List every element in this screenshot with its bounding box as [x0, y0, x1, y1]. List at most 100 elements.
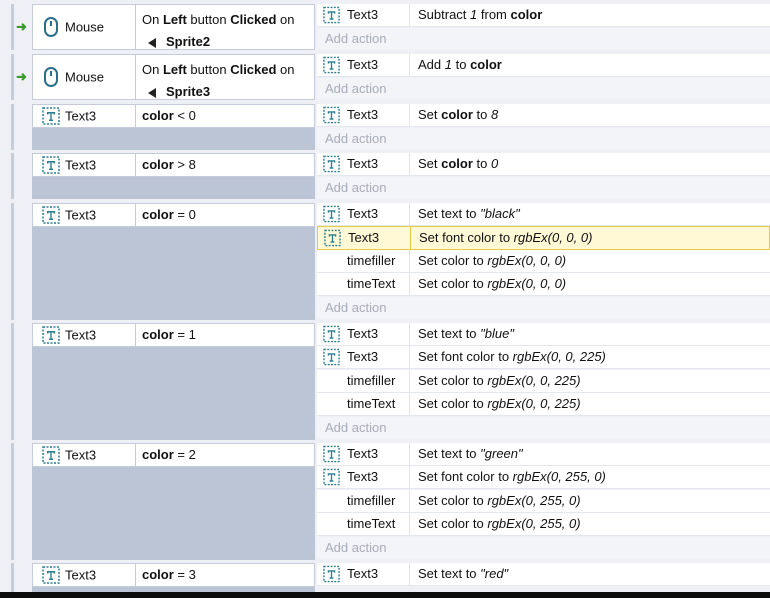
action-row[interactable]: Text3 Set text to "red"	[317, 563, 770, 586]
action-row[interactable]: Text3 Set font color to rgbEx(0, 0, 225)	[317, 346, 770, 369]
text-object-icon	[323, 155, 340, 173]
action-text: Set color to rgbEx(0, 0, 0)	[418, 276, 567, 291]
text-object-icon	[42, 326, 60, 344]
condition-object: Mouse	[33, 55, 136, 99]
condition-object: Text3	[33, 564, 136, 586]
sprite-icon	[148, 87, 156, 98]
condition-text: On Left button Clicked on Sprite3	[142, 62, 295, 99]
mouse-icon	[44, 17, 58, 37]
text-object-icon	[42, 446, 60, 464]
text-object-icon	[323, 56, 340, 74]
event-row[interactable]: ➜ Mouse On Left button Clicked on Sprite…	[11, 54, 770, 100]
action-text: Set font color to rgbEx(0, 0, 225)	[418, 349, 606, 364]
event-row[interactable]: Text3 color = 1 Text3 Set text to "blue"…	[11, 323, 770, 440]
event-row[interactable]: Text3 color = 2 Text3 Set text to "green…	[11, 443, 770, 560]
action-text: Set font color to rgbEx(0, 255, 0)	[418, 469, 606, 484]
action-text: Subtract 1 from color	[418, 7, 543, 22]
condition[interactable]: Text3 color = 2	[32, 443, 315, 467]
condition-object: Text3	[33, 154, 136, 176]
action-row[interactable]: Text3 Set color to 8	[317, 104, 770, 127]
text-object-icon	[323, 106, 340, 124]
action-row[interactable]: timefiller Set color to rgbEx(0, 255, 0)	[317, 490, 770, 513]
text-object-icon	[42, 107, 60, 125]
event-row[interactable]: Text3 color < 0 Text3 Set color to 8 Add…	[11, 104, 770, 150]
action-text: Set color to 8	[418, 107, 499, 122]
action-text: Set color to 0	[418, 156, 499, 171]
add-action-button[interactable]: Add action	[317, 128, 770, 149]
action-list: Text3 Set color to 8 Add action	[317, 104, 770, 150]
condition-text: color > 8	[142, 157, 196, 172]
condition-object: Text3	[33, 444, 136, 466]
condition-text: color = 0	[142, 207, 196, 222]
action-row[interactable]: Text3 Add 1 to color	[317, 54, 770, 77]
action-text: Set color to rgbEx(0, 255, 0)	[418, 516, 581, 531]
text-object-icon	[323, 205, 340, 223]
condition-text: color = 3	[142, 567, 196, 582]
condition[interactable]: Text3 color < 0	[32, 104, 315, 128]
condition-text: color < 0	[142, 108, 196, 123]
condition-object: Text3	[33, 105, 136, 127]
text-object-icon	[323, 468, 340, 486]
condition[interactable]: Text3 color = 1	[32, 323, 315, 347]
action-row[interactable]: timeText Set color to rgbEx(0, 0, 0)	[317, 273, 770, 296]
action-text: Set font color to rgbEx(0, 0, 0)	[419, 230, 593, 245]
action-row[interactable]: Text3 Set text to "green"	[317, 443, 770, 466]
action-list: Text3 Set color to 0 Add action	[317, 153, 770, 199]
text-object-icon	[323, 325, 340, 343]
action-row[interactable]: timefiller Set color to rgbEx(0, 0, 225)	[317, 370, 770, 393]
sprite-icon	[148, 37, 156, 48]
condition-object: Mouse	[33, 5, 136, 49]
action-list: Text3 Set text to "black" Text3 Set font…	[317, 203, 770, 320]
condition[interactable]: Text3 color > 8	[32, 153, 315, 177]
condition[interactable]: ➜ Mouse On Left button Clicked on Sprite…	[16, 4, 315, 50]
action-row[interactable]: Text3 Set text to "blue"	[317, 323, 770, 346]
event-row[interactable]: Text3 color = 0 Text3 Set text to "black…	[11, 203, 770, 320]
bottom-edge	[0, 592, 770, 598]
trigger-arrow-icon: ➜	[16, 69, 27, 84]
action-row-selected[interactable]: Text3 Set font color to rgbEx(0, 0, 0)	[317, 226, 770, 250]
condition-object: Text3	[33, 324, 136, 346]
event-row[interactable]: ➜ Mouse On Left button Clicked on Sprite…	[11, 4, 770, 50]
text-object-icon	[323, 6, 340, 24]
text-object-icon	[323, 565, 340, 583]
action-row[interactable]: timeText Set color to rgbEx(0, 0, 225)	[317, 393, 770, 416]
action-list: Text3 Set text to "green" Text3 Set font…	[317, 443, 770, 560]
action-text: Set text to "black"	[418, 206, 520, 221]
action-text: Set color to rgbEx(0, 0, 225)	[418, 373, 581, 388]
action-row[interactable]: Text3 Set font color to rgbEx(0, 255, 0)	[317, 466, 770, 489]
mouse-icon	[44, 67, 58, 87]
condition-text: color = 2	[142, 447, 196, 462]
add-action-button[interactable]: Add action	[317, 78, 770, 99]
condition-text: color = 1	[142, 327, 196, 342]
text-object-icon	[324, 229, 341, 247]
action-list: Text3 Add 1 to color Add action	[317, 54, 770, 100]
add-action-button[interactable]: Add action	[317, 177, 770, 198]
action-row[interactable]: Text3 Subtract 1 from color	[317, 4, 770, 27]
add-action-button[interactable]: Add action	[317, 417, 770, 438]
action-text: Set text to "blue"	[418, 326, 514, 341]
add-action-button[interactable]: Add action	[317, 297, 770, 318]
action-row[interactable]: timefiller Set color to rgbEx(0, 0, 0)	[317, 250, 770, 273]
add-action-button[interactable]: Add action	[317, 28, 770, 49]
text-object-icon	[42, 156, 60, 174]
action-text: Set color to rgbEx(0, 0, 225)	[418, 396, 581, 411]
condition[interactable]: Text3 color = 0	[32, 203, 315, 227]
trigger-arrow-icon: ➜	[16, 19, 27, 34]
text-object-icon	[323, 445, 340, 463]
action-text: Set color to rgbEx(0, 255, 0)	[418, 493, 581, 508]
condition[interactable]: Text3 color = 3	[32, 563, 315, 587]
add-action-button[interactable]: Add action	[317, 537, 770, 558]
action-row[interactable]: timeText Set color to rgbEx(0, 255, 0)	[317, 513, 770, 536]
text-object-icon	[42, 566, 60, 584]
event-band	[11, 4, 14, 50]
action-text: Add 1 to color	[418, 57, 502, 72]
action-list: Text3 Set text to "blue" Text3 Set font …	[317, 323, 770, 440]
condition[interactable]: ➜ Mouse On Left button Clicked on Sprite…	[16, 54, 315, 100]
action-row[interactable]: Text3 Set text to "black"	[317, 203, 770, 226]
action-text: Set text to "red"	[418, 566, 509, 581]
action-text: Set color to rgbEx(0, 0, 0)	[418, 253, 567, 268]
event-row[interactable]: Text3 color > 8 Text3 Set color to 0 Add…	[11, 153, 770, 199]
action-list: Text3 Subtract 1 from color Add action	[317, 4, 770, 50]
text-object-icon	[323, 348, 340, 366]
action-row[interactable]: Text3 Set color to 0	[317, 153, 770, 176]
